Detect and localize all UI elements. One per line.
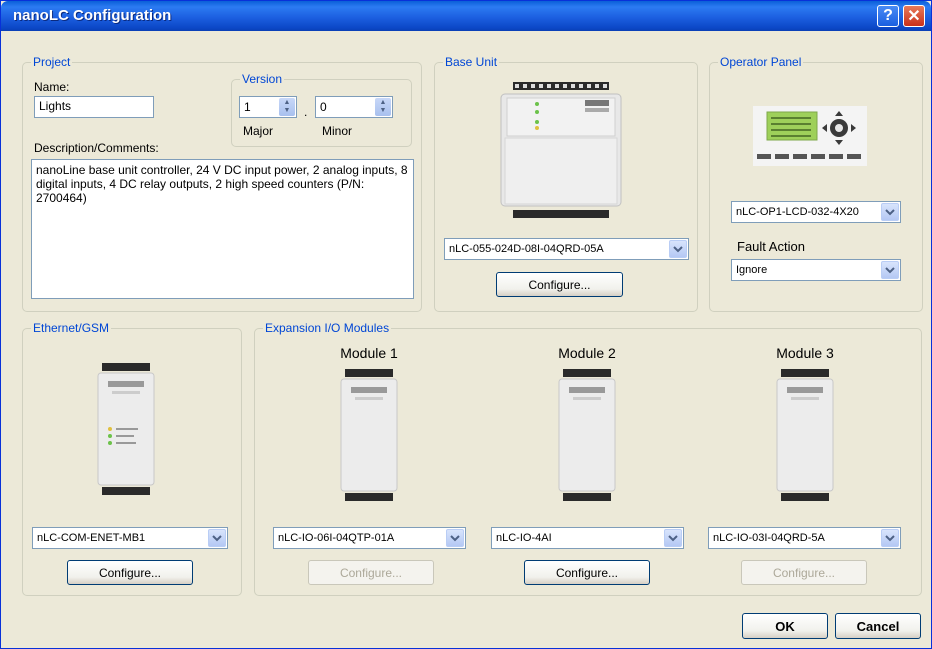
fault-action-label: Fault Action	[737, 239, 805, 254]
chevron-down-icon[interactable]	[208, 529, 226, 547]
version-separator: .	[304, 105, 308, 119]
module-1-select[interactable]: nLC-IO-06I-04QTP-01A	[273, 527, 466, 549]
description-label: Description/Comments:	[34, 141, 159, 155]
operator-panel-image	[753, 106, 867, 166]
base-unit-configure-button[interactable]: Configure...	[496, 272, 623, 297]
module-1-image	[340, 369, 398, 501]
module-3-image	[776, 369, 834, 501]
config-dialog: nanoLC Configuration ? ✕ Project Name: L…	[0, 0, 932, 649]
ethernet-legend: Ethernet/GSM	[31, 321, 112, 335]
expansion-legend: Expansion I/O Modules	[263, 321, 392, 335]
module-2-configure-button[interactable]: Configure...	[524, 560, 650, 585]
close-button[interactable]: ✕	[903, 5, 925, 27]
chevron-down-icon[interactable]	[881, 203, 899, 221]
chevron-down-icon[interactable]	[664, 529, 682, 547]
version-legend: Version	[240, 72, 285, 86]
module-1-title: Module 1	[340, 345, 398, 361]
description-field[interactable]: nanoLine base unit controller, 24 V DC i…	[31, 159, 414, 299]
module-2-image	[558, 369, 616, 501]
fault-action-value: Ignore	[736, 264, 768, 276]
module-3-configure-button[interactable]: Configure...	[741, 560, 867, 585]
operator-panel-value: nLC-OP1-LCD-032-4X20	[736, 206, 859, 218]
window-title: nanoLC Configuration	[13, 7, 172, 24]
minor-version-stepper[interactable]: 0 ▲ ▼	[315, 96, 393, 118]
chevron-down-icon[interactable]	[669, 240, 687, 258]
ethernet-module-image	[97, 363, 155, 495]
module-3-title: Module 3	[776, 345, 834, 361]
title-bar[interactable]: nanoLC Configuration ? ✕	[1, 1, 931, 31]
operator-panel-select[interactable]: nLC-OP1-LCD-032-4X20	[731, 201, 901, 223]
name-label: Name:	[34, 80, 70, 94]
chevron-down-icon[interactable]	[446, 529, 464, 547]
major-version-value: 1	[244, 100, 251, 114]
major-version-stepper[interactable]: 1 ▲ ▼	[239, 96, 297, 118]
name-field[interactable]: Lights	[34, 96, 154, 118]
help-button[interactable]: ?	[877, 5, 899, 27]
ethernet-configure-button[interactable]: Configure...	[67, 560, 193, 585]
module-3-select[interactable]: nLC-IO-03I-04QRD-5A	[708, 527, 901, 549]
spin-arrows-icon[interactable]: ▲ ▼	[279, 98, 295, 116]
module-2-select[interactable]: nLC-IO-4AI	[491, 527, 684, 549]
project-legend: Project	[31, 55, 73, 69]
module-1-configure-button[interactable]: Configure...	[308, 560, 434, 585]
minor-version-value: 0	[320, 100, 327, 114]
base-unit-value: nLC-055-024D-08I-04QRD-05A	[449, 243, 604, 255]
chevron-down-icon[interactable]	[881, 529, 899, 547]
ok-button[interactable]: OK	[742, 613, 828, 639]
module-3-value: nLC-IO-03I-04QRD-5A	[713, 532, 825, 544]
major-label: Major	[243, 124, 274, 138]
operator-panel-legend: Operator Panel	[718, 55, 804, 69]
minor-label: Minor	[322, 124, 353, 138]
base-unit-legend: Base Unit	[443, 55, 500, 69]
chevron-down-icon[interactable]	[881, 261, 899, 279]
spin-arrows-icon[interactable]: ▲ ▼	[375, 98, 391, 116]
module-2-title: Module 2	[558, 345, 616, 361]
ethernet-select[interactable]: nLC-COM-ENET-MB1	[32, 527, 228, 549]
module-1-value: nLC-IO-06I-04QTP-01A	[278, 532, 395, 544]
base-unit-image	[500, 82, 622, 218]
ethernet-value: nLC-COM-ENET-MB1	[37, 532, 146, 544]
module-2-value: nLC-IO-4AI	[496, 532, 552, 544]
fault-action-select[interactable]: Ignore	[731, 259, 901, 281]
cancel-button[interactable]: Cancel	[835, 613, 921, 639]
base-unit-select[interactable]: nLC-055-024D-08I-04QRD-05A	[444, 238, 689, 260]
